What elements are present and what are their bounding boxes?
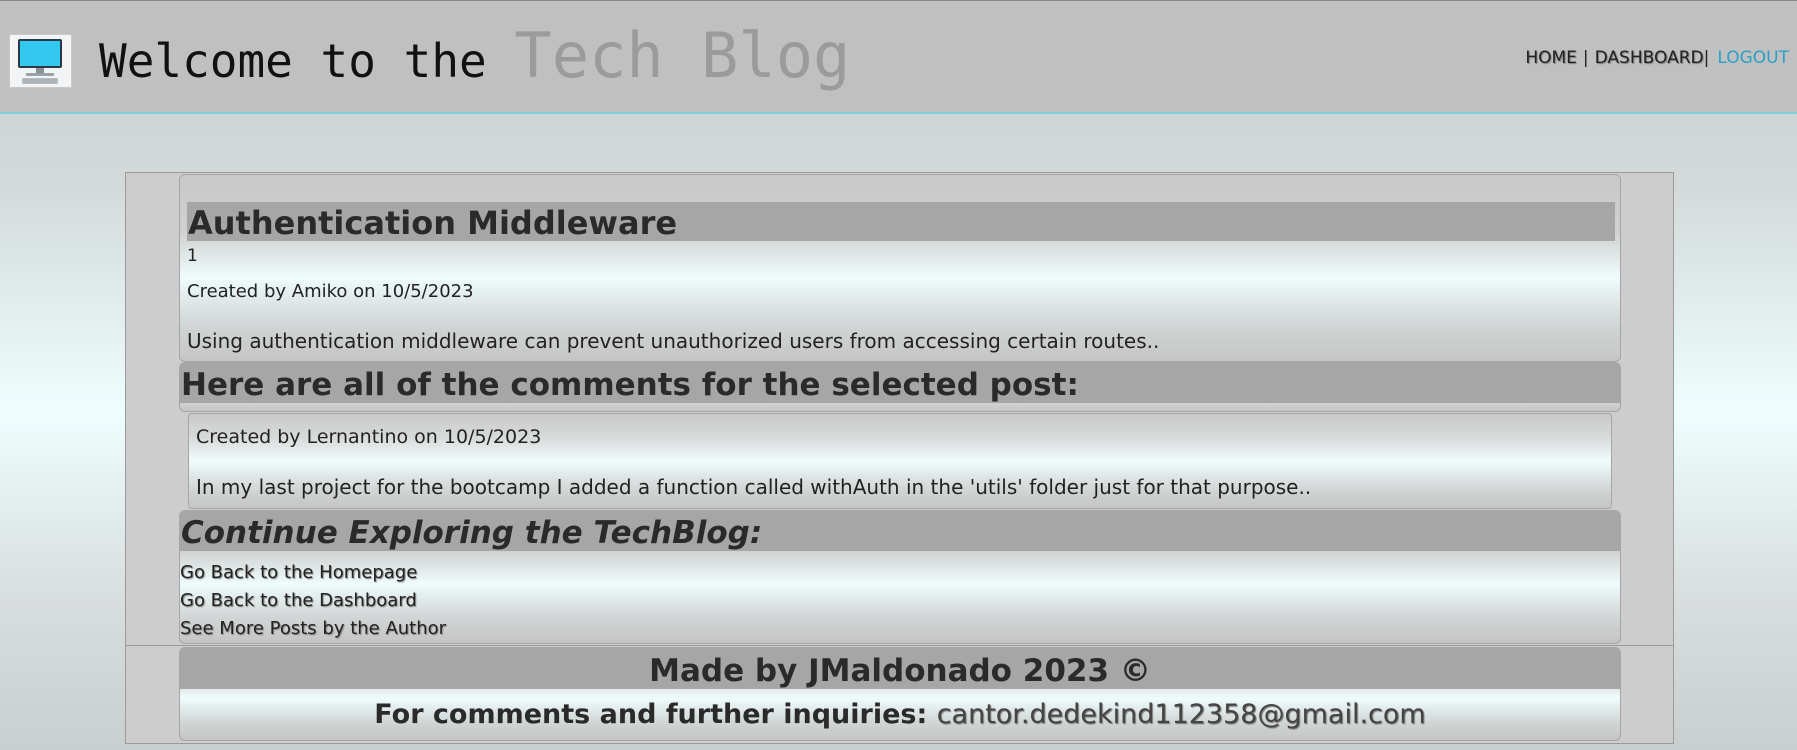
divider — [126, 645, 1673, 646]
nav-separator: | — [1582, 48, 1589, 68]
contact-email-link[interactable]: cantor.dedekind112358@gmail.com — [937, 699, 1426, 730]
comments-heading: Here are all of the comments for the sel… — [180, 363, 1620, 403]
site-header: Welcome to the Tech Blog HOME | DASHBOARD|… — [0, 0, 1797, 114]
comment-body: In my last project for the bootcamp I ad… — [196, 475, 1312, 499]
top-nav: HOME | DASHBOARD| LOGOUT — [1525, 48, 1789, 68]
site-footer: Made by JMaldonado 2023 © For comments a… — [179, 647, 1621, 741]
post-id: 1 — [187, 246, 198, 266]
site-title-prefix: Welcome to the — [99, 34, 515, 88]
explore-section: Continue Exploring the TechBlog: Go Back… — [179, 510, 1621, 644]
contact-label: For comments and further inquiries: — [374, 699, 937, 730]
footer-credit: Made by JMaldonado 2023 © — [180, 648, 1620, 689]
site-title: Welcome to the Tech Blog — [99, 19, 850, 92]
site-title-brand: Tech Blog — [514, 19, 851, 92]
homepage-link[interactable]: Go Back to the Homepage — [180, 562, 417, 583]
post-card: Authentication Middleware 1 Created by A… — [179, 174, 1621, 362]
footer-contact: For comments and further inquiries: cant… — [180, 699, 1620, 730]
post-meta: Created by Amiko on 10/5/2023 — [187, 281, 474, 302]
nav-logout-link[interactable]: LOGOUT — [1717, 48, 1789, 68]
nav-dashboard-link[interactable]: DASHBOARD — [1595, 48, 1704, 68]
nav-home-link[interactable]: HOME — [1525, 48, 1577, 68]
comments-section: Here are all of the comments for the sel… — [179, 362, 1621, 412]
author-posts-link[interactable]: See More Posts by the Author — [180, 618, 446, 639]
comment-card: Created by Lernantino on 10/5/2023 In my… — [188, 413, 1612, 509]
post-title: Authentication Middleware — [187, 202, 1615, 242]
explore-heading: Continue Exploring the TechBlog: — [180, 511, 1620, 551]
post-body: Using authentication middleware can prev… — [187, 329, 1160, 353]
nav-separator: | — [1703, 48, 1710, 68]
computer-monitor-icon — [9, 34, 72, 88]
dashboard-link[interactable]: Go Back to the Dashboard — [180, 590, 417, 611]
comment-meta: Created by Lernantino on 10/5/2023 — [196, 426, 542, 448]
main-content-panel: Authentication Middleware 1 Created by A… — [125, 172, 1674, 744]
